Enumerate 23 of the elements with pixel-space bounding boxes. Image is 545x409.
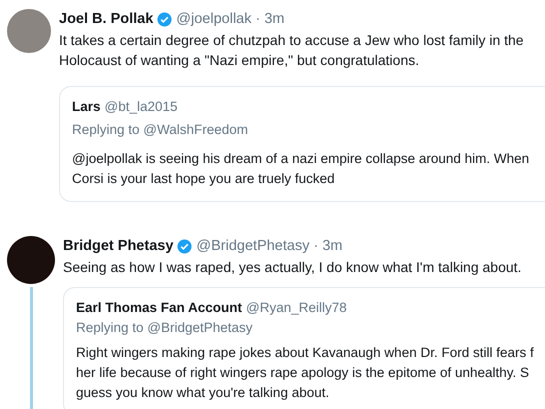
verified-badge-icon (157, 12, 172, 26)
quoted-author-handle: @Ryan_Reilly78 (246, 299, 347, 317)
replying-to-text: Replying to @WalshFreedom (72, 121, 250, 139)
author-handle[interactable]: @joelpollak (176, 9, 252, 29)
quoted-author-name: Lars (72, 98, 101, 116)
verified-badge-icon (177, 238, 192, 254)
author-handle[interactable]: @BridgetPhetasy (196, 236, 310, 256)
tweet-text: Seeing as how I was raped, yes actually, I do know what I'm talking about. (63, 258, 522, 277)
quoted-tweet-text: @joelpollak is seeing his dream of a nazi empire collapse around him. When Corsi is your last hope you are truely fucked (72, 150, 530, 188)
quoted-tweet-text: Right wingers making rape jokes about Kavanaugh when Dr. Ford still fears f her life because of right wingers rape apology is the epitome of unhealthy. S guess you know what you're talking about. (76, 344, 535, 402)
separator-dot: · (255, 10, 260, 29)
tweet-time[interactable]: 3m (322, 236, 342, 256)
quoted-author-name: Earl Thomas Fan Account (76, 299, 242, 317)
replying-to-text: Replying to @BridgetPhetasy (76, 319, 254, 337)
quoted-author-handle: @bt_la2015 (104, 98, 178, 116)
author-name[interactable]: Joel B. Pollak (59, 9, 154, 29)
avatar-photo-placeholder[interactable] (7, 236, 55, 284)
tweet-time[interactable]: 3m (264, 9, 284, 29)
quoted-tweet-card[interactable] (63, 287, 545, 409)
tweet-text: It takes a certain degree of chutzpah to accuse a Jew who lost family in the Holocaust of wanting a "Nazi empire," but congratulations. (59, 31, 525, 70)
author-name[interactable]: Bridget Phetasy (63, 236, 174, 256)
quoted-tweet-card[interactable]: Lars @bt_la2015 Replying to @WalshFreedom @joelpollak is seeing his dream of a nazi empire collapse around him. When Corsi is your last hope you are truely fucked (59, 86, 545, 202)
separator-dot: · (313, 237, 318, 256)
